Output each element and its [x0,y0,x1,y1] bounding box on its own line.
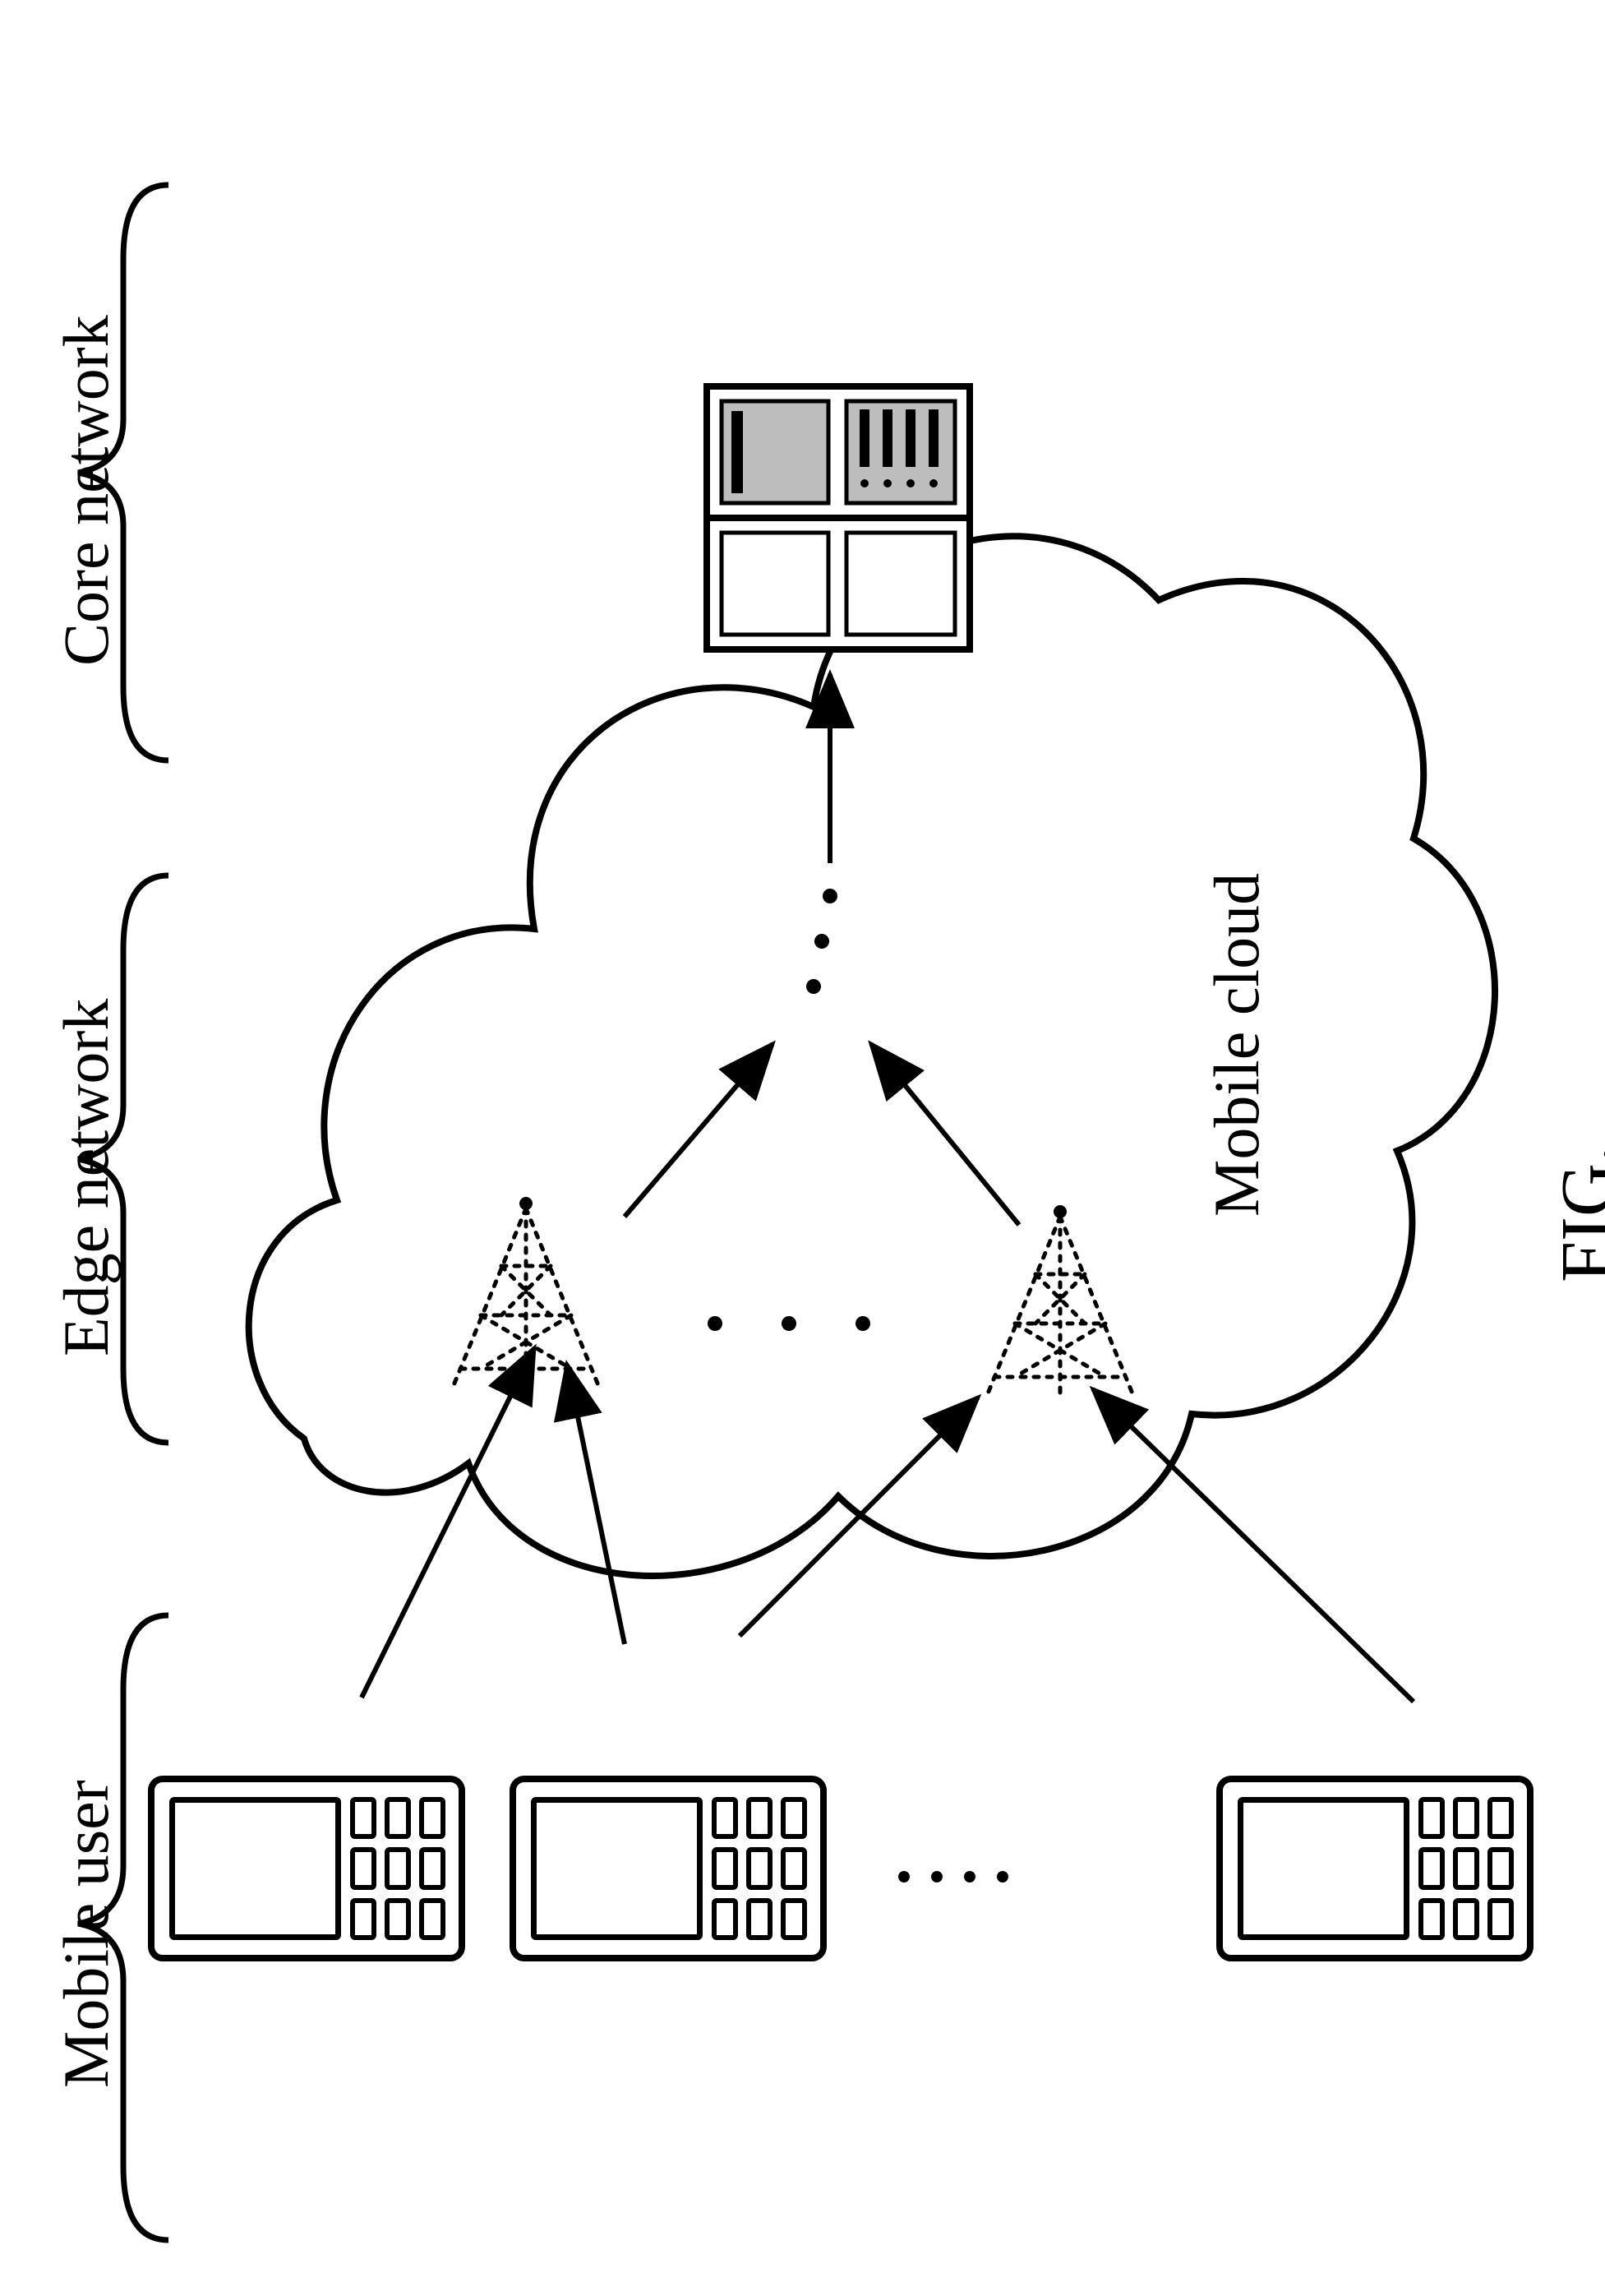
label-mobile-user: Mobile user [49,1780,123,2088]
label-core-network: Core network [49,315,123,666]
label-edge-network: Edge network [49,999,123,1356]
phone-1 [148,1776,465,1961]
phone-ellipsis [877,1869,1030,1885]
tower-ellipsis [708,1316,870,1331]
figure-caption: FIG. 1 [1545,1144,1605,1282]
mobile-cloud-outline [249,536,1495,1576]
label-mobile-cloud: Mobile cloud [1200,873,1274,1217]
datacenter-server [707,386,970,649]
phone-3 [1216,1776,1534,1961]
figure-1-diagram: Mobile user Edge network Core network Mo… [0,0,1605,2296]
mid-ellipsis [806,889,837,994]
tower-2 [986,1205,1134,1397]
phone-2 [510,1776,827,1961]
